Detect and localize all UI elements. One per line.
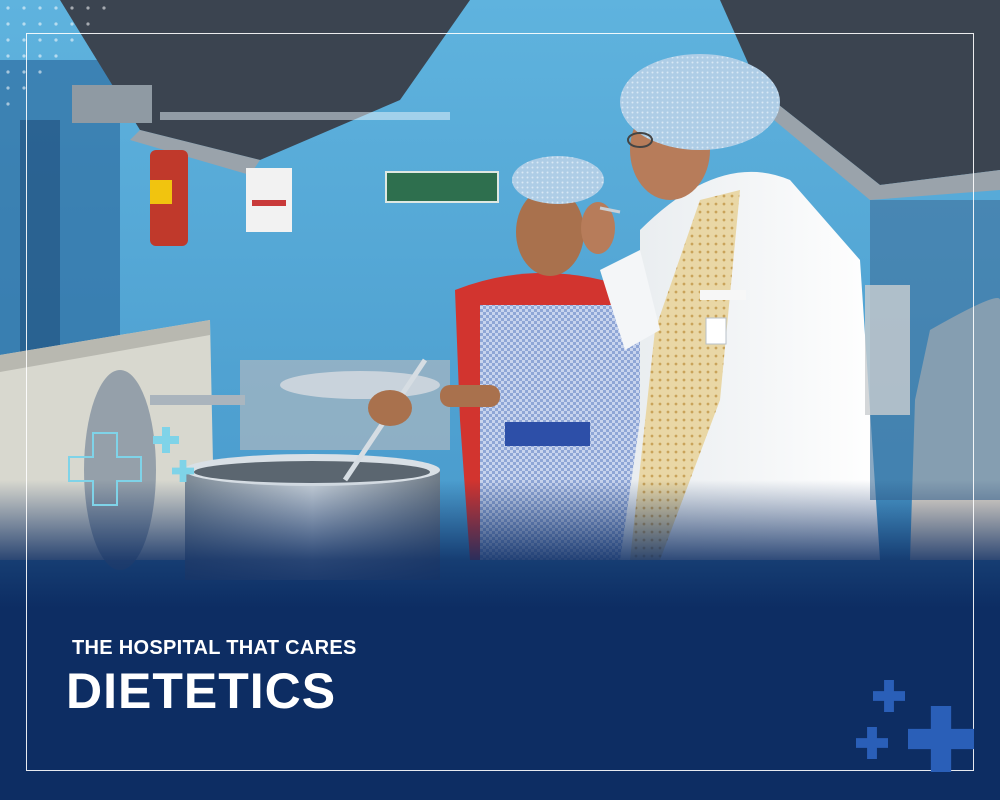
- plus-small-icon: [856, 727, 888, 759]
- dot-grid-decoration: [6, 6, 106, 106]
- page-title: DIETETICS: [66, 663, 337, 719]
- plus-outline-icon: [68, 432, 142, 506]
- banner: THE HOSPITAL THAT CARES DIETETICS: [0, 0, 1000, 800]
- plus-small-icon: [153, 427, 179, 453]
- plus-small-icon: [172, 460, 194, 482]
- plus-small-icon: [873, 680, 905, 712]
- plus-large-icon: [908, 706, 974, 772]
- tagline: THE HOSPITAL THAT CARES: [72, 637, 357, 659]
